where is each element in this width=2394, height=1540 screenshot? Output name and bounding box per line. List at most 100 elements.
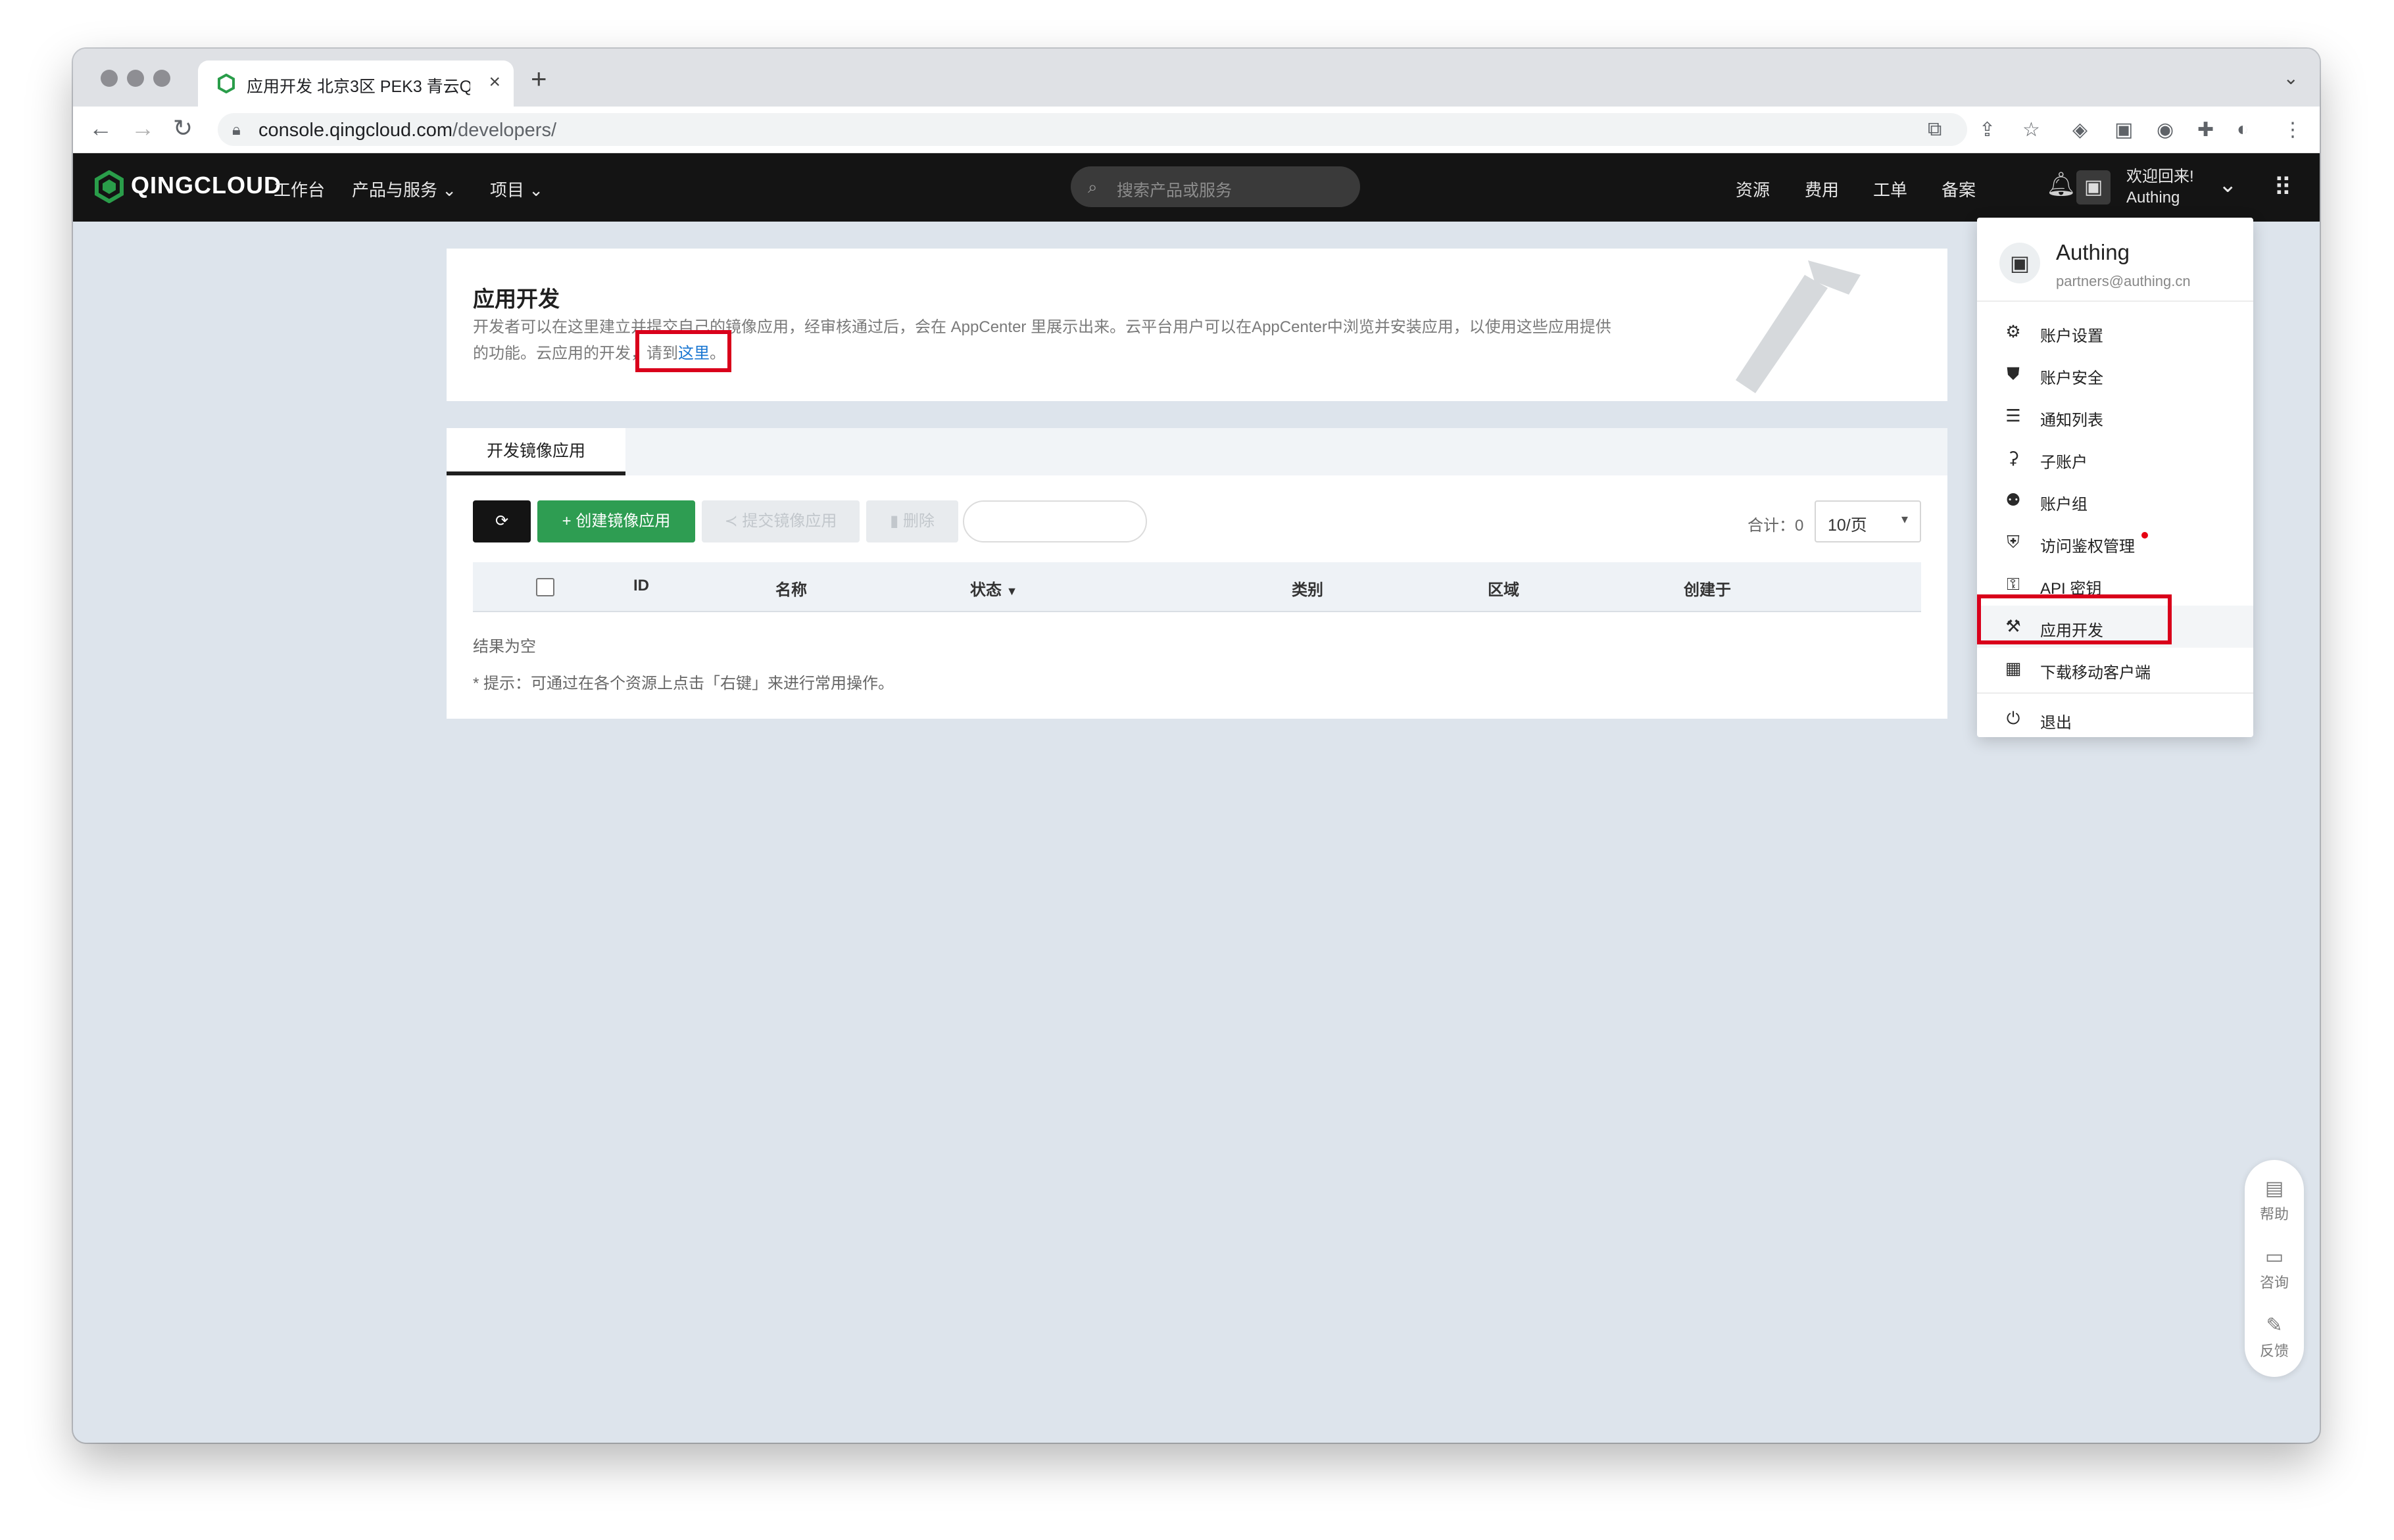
logo-text[interactable]: QINGCLOUD: [131, 172, 281, 199]
menu-item-label: 账户安全: [2040, 370, 2103, 387]
browser-tab[interactable]: 应用开发 北京3区 PEK3 青云QingCloud ×: [198, 60, 514, 107]
create-image-app-button[interactable]: + 创建镜像应用: [537, 500, 695, 542]
nav-projects[interactable]: 项目 ⌄: [490, 177, 543, 201]
submit-image-app-button[interactable]: ≺ 提交镜像应用: [702, 500, 860, 542]
address-bar[interactable]: 🔒︎ console.qingcloud.com/developers/: [218, 113, 1967, 146]
header-link-billing[interactable]: 费用: [1805, 177, 1839, 201]
nav-products[interactable]: 产品与服务 ⌄: [352, 177, 456, 201]
menu-item-download-mobile[interactable]: ▦ 下载移动客户端: [1977, 648, 2253, 690]
chevron-down-icon[interactable]: ⌄: [2284, 67, 2299, 89]
apps-grid-icon[interactable]: ⠿: [2274, 173, 2292, 203]
menu-item-notifications[interactable]: ☰ 通知列表: [1977, 395, 2253, 437]
nav-workbench[interactable]: 工作台: [274, 177, 325, 201]
chevron-down-icon: ⌄: [529, 180, 544, 200]
user-avatar: ▣: [1999, 243, 2040, 283]
profile-avatar-icon[interactable]: ◐: [2237, 118, 2249, 141]
menu-item-account-settings[interactable]: ⚙ 账户设置: [1977, 311, 2253, 353]
filter-search-input[interactable]: [963, 500, 1147, 542]
feedback-button[interactable]: ✎ 反馈: [2245, 1314, 2304, 1360]
help-button[interactable]: ▤ 帮助: [2245, 1177, 2304, 1224]
reload-icon[interactable]: ↻: [173, 114, 193, 142]
column-status[interactable]: 状态 ▼: [970, 577, 1018, 600]
qrcode-icon: ▦: [2005, 658, 2022, 678]
forward-arrow-icon[interactable]: →: [131, 114, 155, 142]
browser-window: 应用开发 北京3区 PEK3 青云QingCloud × + ⌄ ← → ↻ 🔒…: [73, 49, 2320, 1443]
chat-icon: ▭: [2264, 1246, 2284, 1268]
column-created[interactable]: 创建于: [1684, 577, 1731, 600]
menu-item-label: 子账户: [2040, 454, 2088, 471]
puzzle-icon[interactable]: ✚: [2197, 118, 2214, 141]
bookmark-star-icon[interactable]: ☆: [2022, 118, 2040, 141]
translate-icon[interactable]: ⧉: [1928, 118, 1942, 141]
new-tab-button[interactable]: +: [531, 63, 547, 95]
menu-item-label: 退出: [2040, 714, 2072, 732]
menu-item-sub-accounts[interactable]: ⚳ 子账户: [1977, 437, 2253, 479]
delete-button[interactable]: ▮ 删除: [866, 500, 958, 542]
menu-item-logout[interactable]: ⏻ 退出: [1977, 698, 2253, 740]
back-arrow-icon[interactable]: ←: [89, 114, 112, 142]
submit-image-app-label: 提交镜像应用: [742, 512, 837, 530]
close-window-button[interactable]: [101, 70, 118, 87]
highlight-box: [1977, 594, 2172, 644]
select-all-checkbox[interactable]: [536, 578, 554, 596]
user-menu-trigger[interactable]: 欢迎回来! Authing: [2126, 166, 2194, 208]
page-size-select[interactable]: 10/页 ▾: [1815, 500, 1921, 542]
menu-item-label: 账户设置: [2040, 327, 2103, 345]
maximize-window-button[interactable]: [153, 70, 170, 87]
help-label: 帮助: [2259, 1206, 2289, 1222]
gear-icon: ⚙: [2005, 322, 2021, 341]
bell-icon[interactable]: 🔔︎: [2046, 170, 2076, 198]
header-link-tickets[interactable]: 工单: [1873, 177, 1907, 201]
menu-item-access-management[interactable]: ⛨ 访问鉴权管理: [1977, 521, 2253, 564]
extension-icon[interactable]: ◉: [2157, 118, 2174, 141]
panel-tabs: 开发镜像应用: [447, 428, 1947, 475]
extension-icon[interactable]: ◈: [2072, 118, 2088, 141]
chevron-down-icon[interactable]: ⌄: [2218, 172, 2237, 198]
column-id[interactable]: ID: [633, 577, 649, 595]
header-link-resources[interactable]: 资源: [1736, 177, 1770, 201]
menu-item-label: 访问鉴权管理: [2040, 538, 2135, 556]
trash-icon: ▮: [890, 512, 903, 530]
url-host: console.qingcloud.com: [258, 120, 453, 141]
tab-close-icon[interactable]: ×: [489, 71, 501, 93]
lock-icon: 🔒︎: [232, 121, 241, 139]
floating-help-bar: ▤ 帮助 ▭ 咨询 ✎ 反馈: [2245, 1160, 2304, 1377]
header-username: Authing: [2126, 189, 2180, 206]
chevron-down-icon: ⌄: [442, 180, 457, 200]
tab-dev-image-apps[interactable]: 开发镜像应用: [447, 428, 625, 475]
header-link-filing[interactable]: 备案: [1942, 177, 1976, 201]
hammer-illustration-icon: [1736, 260, 1861, 393]
caret-down-icon: ▾: [1901, 512, 1908, 527]
menu-item-account-security[interactable]: ⛊ 账户安全: [1977, 353, 2253, 395]
column-region[interactable]: 区域: [1488, 577, 1519, 600]
column-category[interactable]: 类别: [1292, 577, 1323, 600]
share-icon[interactable]: ⇪: [1979, 118, 1995, 141]
feedback-label: 反馈: [2259, 1343, 2289, 1359]
column-status-label: 状态: [970, 581, 1002, 599]
url-path: /developers/: [452, 120, 557, 141]
sitemap-icon: ⚳: [2007, 448, 2020, 468]
tip-text: * 提示：可通过在各个资源上点击「右键」来进行常用操作。: [473, 675, 894, 692]
tab-title: 应用开发 北京3区 PEK3 青云QingCloud: [247, 78, 470, 96]
app-header: QINGCLOUD 工作台 产品与服务 ⌄ 项目 ⌄ ⌕ 搜索产品或服务 资源 …: [73, 153, 2320, 222]
search-icon: ⌕: [1088, 177, 1098, 197]
search-input[interactable]: ⌕ 搜索产品或服务: [1071, 166, 1360, 207]
minimize-window-button[interactable]: [127, 70, 144, 87]
table-header: ID 名称 状态 ▼ 类别 区域 创建于: [473, 562, 1921, 612]
apps-panel: 开发镜像应用 ⟳ + 创建镜像应用 ≺ 提交镜像应用 ▮ 删除 合计：0 10/…: [447, 428, 1947, 719]
extension-icon[interactable]: ▣: [2114, 118, 2133, 141]
refresh-button[interactable]: ⟳: [473, 500, 531, 542]
column-name[interactable]: 名称: [775, 577, 807, 600]
key-icon: ⚿: [2007, 574, 2020, 594]
intro-card: 应用开发 开发者可以在这里建立并提交自己的镜像应用，经审核通过后，会在 AppC…: [447, 249, 1947, 401]
menu-item-account-groups[interactable]: ⚉ 账户组: [1977, 479, 2253, 521]
consult-button[interactable]: ▭ 咨询: [2245, 1245, 2304, 1292]
empty-result: 结果为空: [473, 638, 536, 656]
qingcloud-favicon-icon: [218, 74, 235, 93]
total-count: 合计：0: [1747, 517, 1804, 535]
user-avatar[interactable]: ▣: [2076, 170, 2111, 205]
more-vertical-icon[interactable]: ⋮: [2283, 118, 2303, 141]
notification-dot: [2141, 532, 2148, 539]
menu-item-label: 通知列表: [2040, 412, 2103, 429]
divider: [1977, 301, 2253, 302]
